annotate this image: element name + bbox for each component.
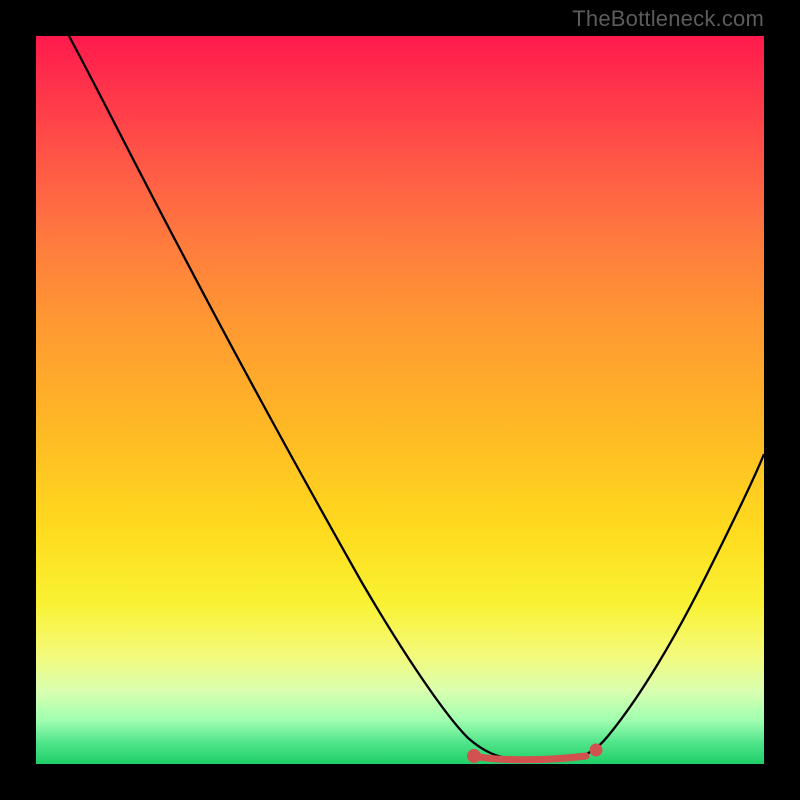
curve-svg [36,36,764,764]
watermark-text: TheBottleneck.com [572,6,764,32]
optimal-range-line [474,756,586,760]
marker-start [467,749,481,763]
plot-area [36,36,764,764]
bottleneck-curve [69,36,764,760]
marker-end [590,744,603,757]
outer-frame: TheBottleneck.com [0,0,800,800]
